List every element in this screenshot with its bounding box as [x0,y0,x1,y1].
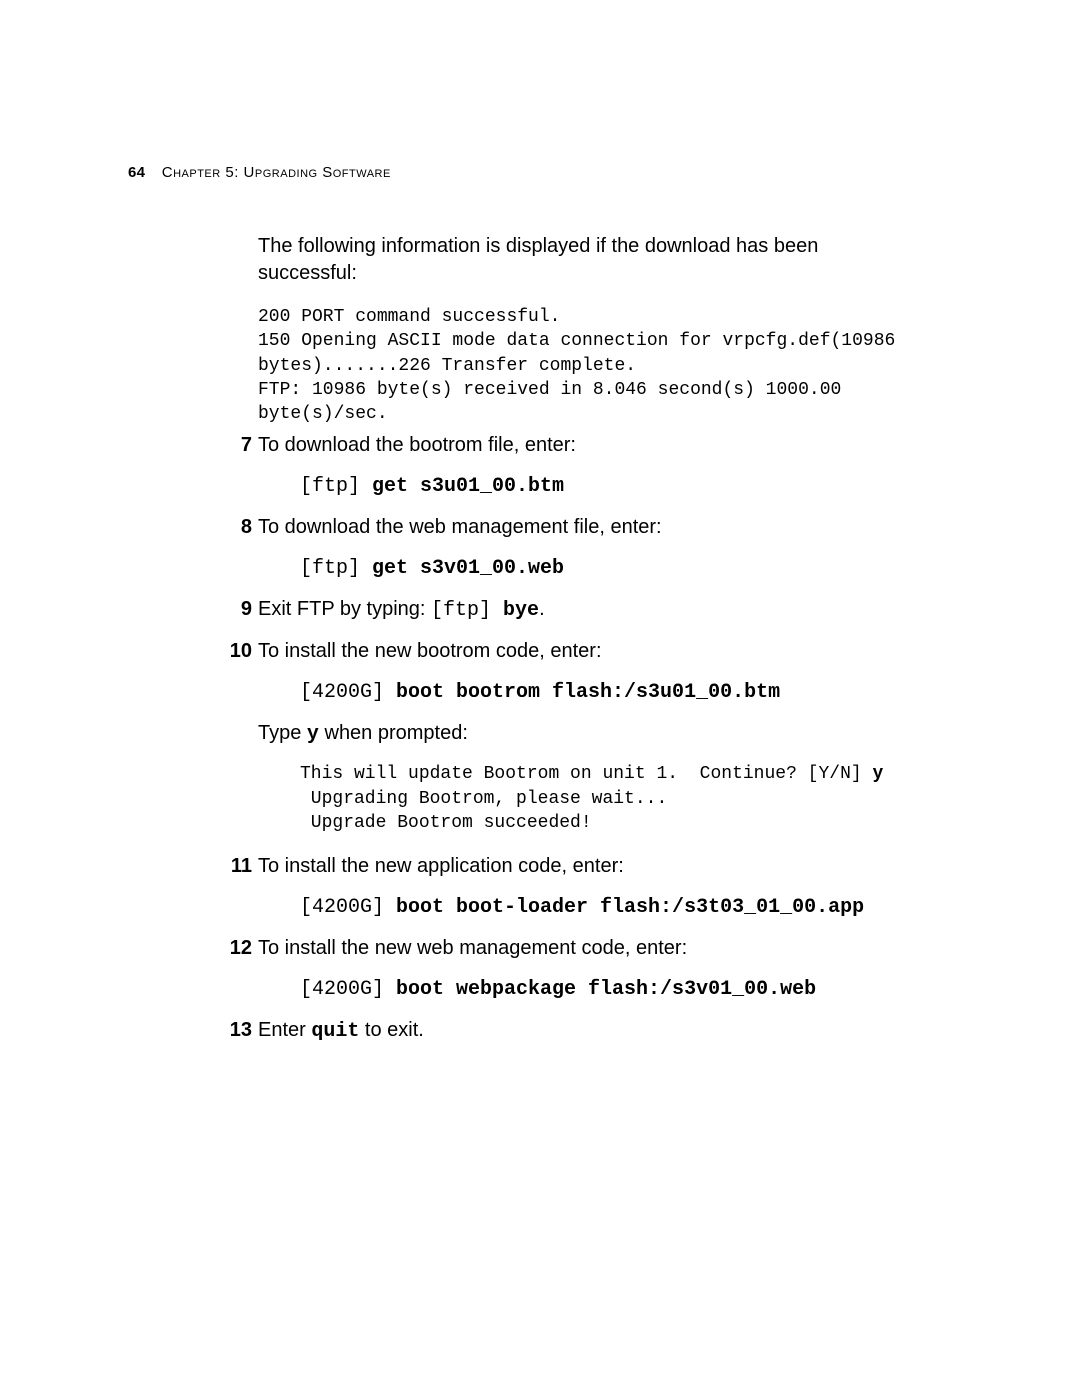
cmd-bold: boot bootrom flash:/s3u01_00.btm [396,681,780,704]
step-text-pre: Exit FTP by typing: [258,598,431,620]
step-body: To install the new bootrom code, enter: … [258,638,952,835]
step-command: [ftp] get s3u01_00.btm [300,473,952,500]
cmd-prefix: [4200G] [300,978,396,1001]
step-number: 12 [212,935,252,962]
step-text-post: to exit. [359,1019,423,1041]
step-command: [ftp] get s3v01_00.web [300,555,952,582]
step-number: 7 [212,432,252,459]
step-number: 10 [212,638,252,665]
step-9: 9 Exit FTP by typing: [ftp] bye. [258,596,952,624]
type-post: when prompted: [319,722,468,744]
cmd-prefix: [ftp] [431,599,503,622]
out-pre: This will update Bootrom on unit 1. Cont… [300,764,873,784]
step-11: 11 To install the new application code, … [258,853,952,921]
step-command: [4200G] boot boot-loader flash:/s3t03_01… [300,894,952,921]
out-rest: Upgrading Bootrom, please wait... Upgrad… [300,789,667,833]
page-number: 64 [128,164,145,181]
step-body: Enter quit to exit. [258,1017,952,1045]
step-body: To install the new web management code, … [258,935,952,1003]
step-12: 12 To install the new web management cod… [258,935,952,1003]
step-body: To download the bootrom file, enter: [ft… [258,432,952,500]
cmd-bold: get s3u01_00.btm [372,475,564,498]
page: 64 Chapter 5: Upgrading Software The fol… [0,0,1080,1397]
step-text: Exit FTP by typing: [ftp] bye. [258,596,952,624]
code-block-bootrom-output: This will update Bootrom on unit 1. Cont… [300,762,952,835]
cmd-prefix: [4200G] [300,896,396,919]
type-y-text: Type y when prompted: [258,720,952,748]
step-10: 10 To install the new bootrom code, ente… [258,638,952,835]
chapter-label: Chapter 5: Upgrading Software [162,164,391,181]
cmd-prefix: [4200G] [300,681,396,704]
type-bold: y [307,723,319,746]
code-block-ftp-output: 200 PORT command successful. 150 Opening… [258,305,952,426]
intro-text: The following information is displayed i… [258,233,898,287]
step-text-post: . [539,598,545,620]
step-number: 9 [212,596,252,623]
cmd-prefix: [ftp] [300,475,372,498]
step-command: [4200G] boot webpackage flash:/s3v01_00.… [300,976,952,1003]
cmd-bold: get s3v01_00.web [372,557,564,580]
step-text: To download the bootrom file, enter: [258,432,952,459]
step-command: [4200G] boot bootrom flash:/s3u01_00.btm [300,679,952,706]
step-body: To download the web management file, ent… [258,514,952,582]
content: The following information is displayed i… [258,233,952,1059]
step-body: To install the new application code, ent… [258,853,952,921]
step-13: 13 Enter quit to exit. [258,1017,952,1045]
step-body: Exit FTP by typing: [ftp] bye. [258,596,952,624]
step-text: To install the new bootrom code, enter: [258,638,952,665]
cmd-bold: boot boot-loader flash:/s3t03_01_00.app [396,896,864,919]
cmd-bold: boot webpackage flash:/s3v01_00.web [396,978,816,1001]
step-text: To download the web management file, ent… [258,514,952,541]
cmd-prefix: [ftp] [300,557,372,580]
cmd-bold: quit [311,1020,359,1043]
step-number: 11 [212,853,252,880]
step-7: 7 To download the bootrom file, enter: [… [258,432,952,500]
step-text: To install the new web management code, … [258,935,952,962]
out-bold: y [873,764,884,784]
cmd-bold: bye [503,599,539,622]
step-text: To install the new application code, ent… [258,853,952,880]
step-text-pre: Enter [258,1019,311,1041]
step-8: 8 To download the web management file, e… [258,514,952,582]
step-number: 13 [212,1017,252,1044]
page-header: 64 Chapter 5: Upgrading Software [128,164,391,181]
step-number: 8 [212,514,252,541]
step-text: Enter quit to exit. [258,1017,952,1045]
type-pre: Type [258,722,307,744]
